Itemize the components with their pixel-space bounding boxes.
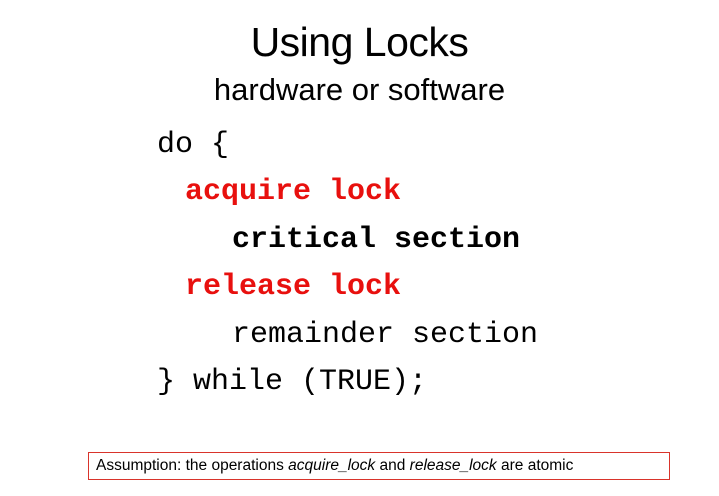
code-line-release-lock: release lock [185, 270, 402, 304]
note-suffix: are atomic [496, 457, 574, 474]
code-line-do: do { [157, 128, 230, 162]
code-block: do { acquire lock critical section relea… [0, 0, 538, 399]
note-middle: and [375, 457, 410, 474]
note-term-acquire-lock: acquire_lock [288, 457, 376, 474]
slide: Using Locks hardware or software do { ac… [0, 0, 719, 496]
slide-title: Using Locks [250, 19, 469, 65]
code-line-remainder-section: remainder section [232, 318, 539, 352]
code-line-critical-section: critical section [232, 223, 521, 257]
slide-subtitle: hardware or software [213, 72, 506, 107]
note-term-release-lock: release_lock [409, 457, 497, 474]
code-line-while: } while (TRUE); [157, 365, 428, 399]
code-line-acquire-lock: acquire lock [185, 175, 402, 209]
assumption-note: Assumption: the operations acquire_lock … [88, 452, 670, 480]
note-prefix: Assumption: the operations [96, 457, 289, 474]
